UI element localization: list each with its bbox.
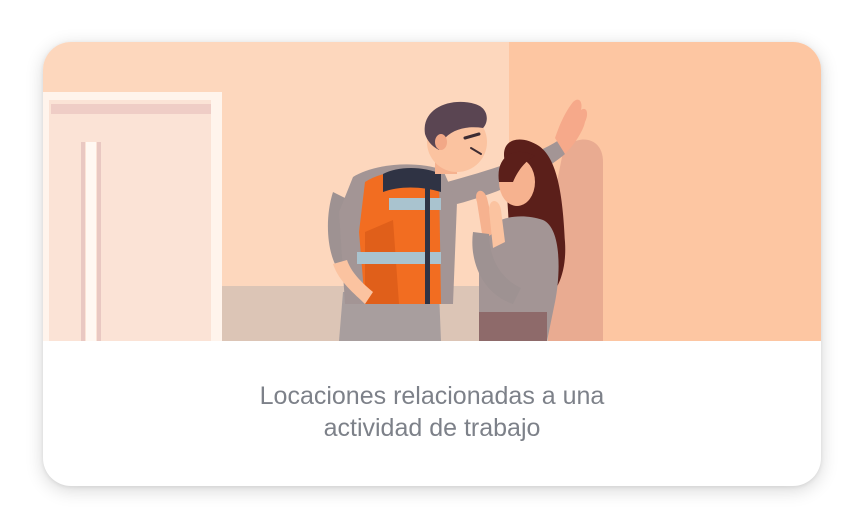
- content-card[interactable]: Locaciones relacionadas a una actividad …: [43, 42, 821, 486]
- caption-line-1: Locaciones relacionadas a una: [259, 382, 605, 410]
- caption-line-2: actividad de trabajo: [323, 414, 541, 442]
- workplace-harassment-illustration: [43, 42, 821, 341]
- card-caption: Locaciones relacionadas a una actividad …: [43, 380, 821, 444]
- door: [43, 92, 222, 341]
